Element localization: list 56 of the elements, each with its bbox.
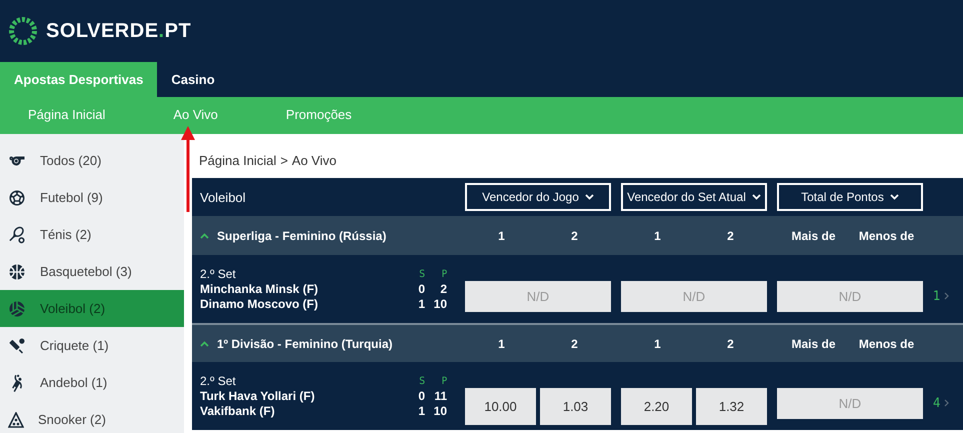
column-header: Menos de [858,228,914,242]
odds-button[interactable]: 2.20 [621,388,692,424]
odds-button[interactable]: 1.03 [540,388,611,424]
breadcrumb-link[interactable]: Página Inicial [199,152,276,168]
column-header: 1 [498,336,505,350]
sets-score: 0 [417,282,425,296]
league-header[interactable]: Superliga - Feminino (Rússia) 1 2 1 2 Mais de Menos de [192,216,963,255]
sport-title: Voleibol [200,190,247,204]
league-name: Superliga - Feminino (Rússia) [217,228,386,242]
league-name: 1º Divisão - Feminino (Turquia) [217,336,393,350]
column-header: 1 [654,336,661,350]
column-header: 1 [498,228,505,242]
sets-score: 1 [417,297,425,311]
market-dropdown[interactable]: Total de Pontos [777,183,923,211]
points-score: 2 [439,282,447,296]
column-header: 2 [727,336,734,350]
team-name: Vakifbank (F) [200,404,276,418]
breadcrumb-separator: > [280,152,288,168]
sport-item[interactable]: Futebol (9) [0,179,184,216]
breadcrumb-link[interactable]: Ao Vivo [292,152,336,168]
odds-button[interactable]: 1.32 [696,388,767,424]
market-dropdown[interactable]: Vencedor do Jogo [465,183,611,211]
team-name: Turk Hava Yollari (F) [200,389,316,403]
score-label: S [418,376,425,386]
column-header: Mais de [791,336,836,350]
sport-item[interactable]: Snooker (2) [0,401,184,433]
sport-item[interactable]: Andebol (1) [0,364,184,401]
column-header: 2 [571,336,578,350]
match-period: 2.º Set [200,374,237,388]
team-name: Minchanka Minsk (F) [200,282,320,296]
sets-score: 1 [417,404,425,418]
odds-button[interactable]: 10.00 [465,388,536,424]
sport-item[interactable]: Ténis (2) [0,216,184,253]
market-dropdown[interactable]: Vencedor do Set Atual [621,183,767,211]
column-header: 2 [571,228,578,242]
column-header: Menos de [858,336,914,350]
column-header: 1 [654,228,661,242]
logo-text[interactable]: SOLVERDE.PT [46,20,192,42]
points-score: 10 [432,297,447,311]
points-score: 10 [432,404,447,418]
score-label: P [440,376,447,386]
more-markets-link[interactable]: 1 [933,288,963,304]
sport-item[interactable]: Criquete (1) [0,327,184,364]
score-label: S [418,268,425,280]
column-header: 2 [727,228,734,242]
match-period: 2.º Set [200,267,237,281]
sport-item[interactable]: Todos (20) [0,142,184,179]
team-name: Dinamo Moscovo (F) [200,297,320,311]
points-score: 11 [433,389,447,403]
score-label: P [440,268,447,280]
sets-score: 0 [417,389,425,403]
league-header[interactable]: 1º Divisão - Feminino (Turquia) 1 2 1 2 Mais de Menos de [192,323,963,362]
nav-tab[interactable]: Casino [157,62,229,97]
more-markets-link[interactable]: 4 [933,396,963,410]
sport-item[interactable]: Basquetebol (3) [0,253,184,290]
column-header: Mais de [791,228,836,242]
